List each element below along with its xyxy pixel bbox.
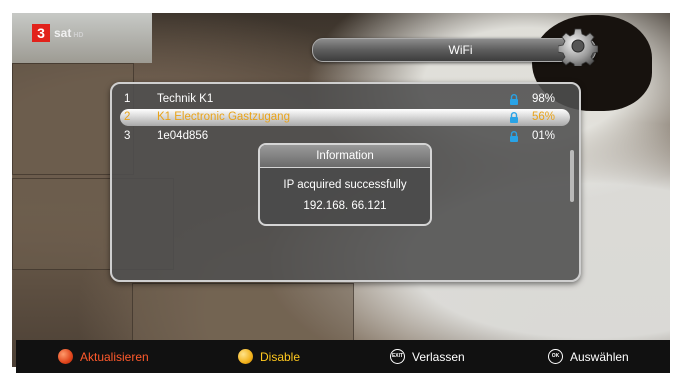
network-row-1[interactable]: 1 Technik K1 98% bbox=[120, 91, 570, 108]
disable-label: Disable bbox=[260, 349, 301, 364]
exit-key-icon: EXIT bbox=[390, 349, 405, 364]
channel-logo-text: sat HD bbox=[54, 26, 83, 40]
red-key-refresh[interactable]: Aktualisieren bbox=[58, 340, 149, 373]
network-index: 2 bbox=[124, 111, 131, 123]
network-index: 3 bbox=[124, 130, 131, 142]
information-dialog: Information IP acquired successfully 192… bbox=[258, 143, 432, 226]
dialog-message: IP acquired successfully bbox=[283, 179, 407, 191]
ok-label: Auswählen bbox=[570, 349, 629, 364]
network-name: Technik K1 bbox=[157, 93, 214, 105]
channel-logo-hd: HD bbox=[73, 32, 84, 39]
network-name: K1 Electronic Gastzugang bbox=[157, 111, 290, 123]
ok-key-icon: OK bbox=[548, 349, 563, 364]
exit-label: Verlassen bbox=[412, 349, 465, 364]
exit-key[interactable]: EXIT Verlassen bbox=[390, 340, 465, 373]
lock-icon bbox=[510, 112, 518, 123]
list-scrollbar[interactable] bbox=[570, 150, 574, 202]
footer-key-bar: Aktualisieren Disable EXIT Verlassen OK … bbox=[16, 340, 670, 373]
channel-logo-name: sat bbox=[54, 26, 72, 40]
refresh-label: Aktualisieren bbox=[80, 349, 149, 364]
yellow-key-icon bbox=[238, 349, 253, 364]
red-key-icon bbox=[58, 349, 73, 364]
tv-frame: 3 sat HD WiFi 1 Technik K1 98% 2 K1 Elec… bbox=[0, 0, 682, 378]
yellow-key-disable[interactable]: Disable bbox=[238, 340, 300, 373]
network-row-2-selected[interactable]: 2 K1 Electronic Gastzugang 56% bbox=[120, 109, 570, 126]
network-signal: 56% bbox=[532, 111, 556, 123]
channel-logo-badge: 3 bbox=[32, 24, 50, 42]
network-name: 1e04d856 bbox=[157, 130, 209, 142]
title-bar: WiFi bbox=[312, 38, 596, 62]
lock-icon bbox=[510, 94, 518, 105]
network-index: 1 bbox=[124, 93, 131, 105]
dialog-title: Information bbox=[260, 145, 430, 168]
ok-key[interactable]: OK Auswählen bbox=[548, 340, 629, 373]
gear-icon bbox=[558, 28, 598, 66]
channel-logo: 3 sat HD bbox=[32, 24, 83, 42]
lock-icon bbox=[510, 131, 518, 142]
network-signal: 01% bbox=[532, 130, 556, 142]
network-signal: 98% bbox=[532, 93, 556, 105]
dialog-ip-address: 192.168. 66.121 bbox=[303, 200, 387, 212]
